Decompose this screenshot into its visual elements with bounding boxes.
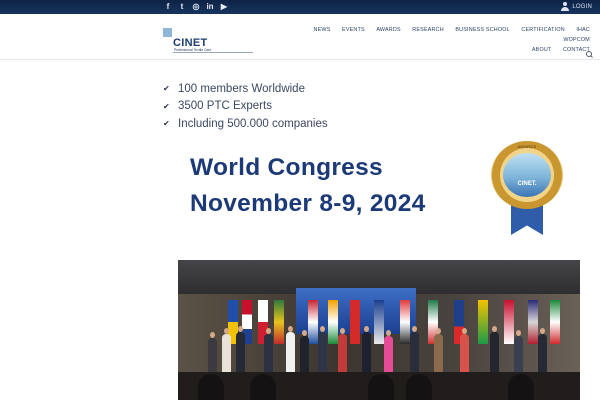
nav-item-awards[interactable]: AWARDS	[376, 27, 400, 33]
facebook-icon[interactable]: f	[163, 2, 173, 12]
badge-arc-text: AWARDS	[517, 144, 537, 149]
flag	[274, 300, 284, 344]
site-logo[interactable]: CINET Professional Textile Care	[163, 28, 255, 54]
social-links: f t ◎ in ▶	[163, 2, 229, 12]
site-header: CINET Professional Textile Care NEWS EVE…	[0, 14, 600, 60]
linkedin-icon[interactable]: in	[205, 2, 215, 12]
check-icon: ✔	[163, 119, 170, 129]
instagram-icon[interactable]: ◎	[191, 2, 201, 12]
congress-banner[interactable]: World Congress November 8-9, 2024 AWARDS…	[178, 138, 580, 244]
flag	[504, 300, 514, 344]
twitter-icon[interactable]: t	[177, 2, 187, 12]
logo-rule	[173, 52, 253, 53]
banner-title: World Congress	[190, 154, 383, 181]
nav-item-news[interactable]: NEWS	[314, 27, 331, 33]
flag	[328, 300, 338, 344]
audience-head	[250, 374, 276, 400]
audience-head	[508, 374, 534, 400]
flag	[550, 300, 560, 344]
nav-item-wopcom[interactable]: WOPCOM	[563, 37, 590, 43]
nav-item-certification[interactable]: CERTIFICATION	[521, 27, 564, 33]
flag	[400, 300, 410, 344]
search-icon[interactable]	[586, 51, 593, 58]
badge-brand: CINET.	[517, 181, 537, 187]
flag	[308, 300, 318, 344]
flag	[374, 300, 384, 344]
feature-list: ✔ 100 members Worldwide ✔ 3500 PTC Exper…	[163, 80, 328, 133]
nav-item-events[interactable]: EVENTS	[342, 27, 365, 33]
nav-item-ihac[interactable]: IHAC	[576, 27, 590, 33]
nav-item-about[interactable]: ABOUT	[532, 47, 552, 53]
audience-head	[198, 374, 224, 400]
feature-text: 100 members Worldwide	[178, 82, 305, 95]
login-link[interactable]: LOGIN	[561, 2, 592, 11]
check-icon: ✔	[163, 101, 170, 111]
flag	[528, 300, 538, 344]
feature-text: Including 500.000 companies	[178, 117, 328, 130]
award-badge-icon: AWARDS CINET.	[491, 141, 563, 235]
banner-date: November 8-9, 2024	[190, 190, 426, 217]
logo-square	[163, 28, 172, 37]
top-bar: f t ◎ in ▶ LOGIN	[0, 0, 600, 14]
nav-item-business-school[interactable]: BUSINESS SCHOOL	[455, 27, 510, 33]
login-label: LOGIN	[572, 3, 592, 10]
feature-text: 3500 PTC Experts	[178, 100, 272, 113]
badge-center	[503, 153, 551, 197]
list-item: ✔ 100 members Worldwide	[163, 80, 328, 98]
list-item: ✔ 3500 PTC Experts	[163, 98, 328, 116]
youtube-icon[interactable]: ▶	[219, 2, 229, 12]
event-photo	[178, 260, 580, 400]
flag	[350, 300, 360, 344]
main-nav: NEWS EVENTS AWARDS RESEARCH BUSINESS SCH…	[290, 25, 590, 55]
check-icon: ✔	[163, 84, 170, 94]
list-item: ✔ Including 500.000 companies	[163, 115, 328, 133]
user-icon	[561, 2, 570, 11]
flag	[478, 300, 488, 344]
nav-item-research[interactable]: RESEARCH	[412, 27, 444, 33]
audience-head	[406, 374, 432, 400]
audience-head	[368, 374, 394, 400]
